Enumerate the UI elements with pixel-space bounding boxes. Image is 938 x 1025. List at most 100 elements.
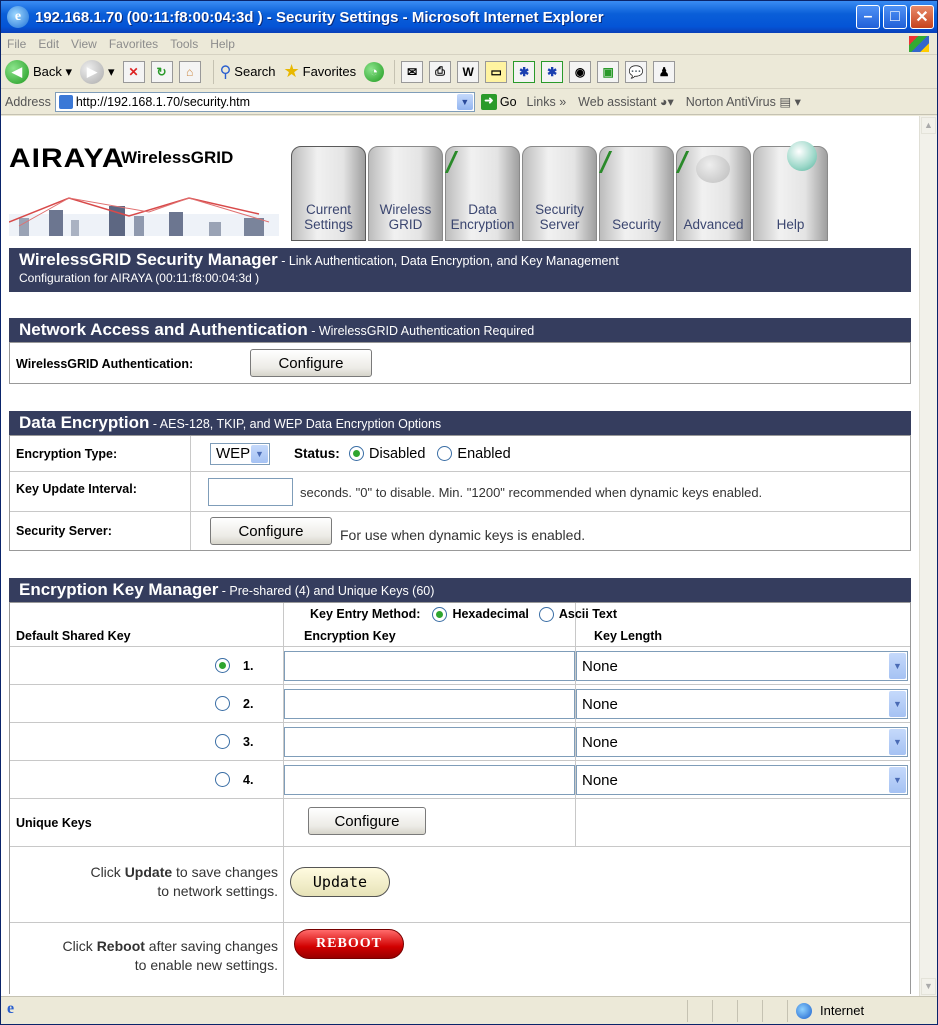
refresh-icon[interactable]: ↻ bbox=[150, 60, 173, 83]
addon-icon-2[interactable]: ✱ bbox=[541, 60, 564, 83]
key-update-hint: seconds. "0" to disable. Min. "1200" rec… bbox=[300, 485, 763, 500]
network-access-header: Network Access and Authentication - Wire… bbox=[9, 318, 911, 342]
key-row: 2. None ▼ bbox=[10, 685, 910, 723]
menu-edit[interactable]: Edit bbox=[38, 37, 59, 51]
menu-view[interactable]: View bbox=[71, 37, 97, 51]
ascii-radio[interactable] bbox=[538, 606, 554, 622]
menu-file[interactable]: File bbox=[7, 37, 26, 51]
default-key-radio-4[interactable] bbox=[215, 772, 230, 787]
auth-configure-button[interactable]: Configure bbox=[250, 349, 372, 377]
section-subtitle: - WirelessGRID Authentication Required bbox=[307, 324, 535, 338]
hex-radio[interactable] bbox=[432, 606, 448, 622]
home-icon[interactable]: ⌂ bbox=[178, 60, 201, 83]
encryption-type-row: Encryption Type: WEP ▼ Status: Disabled … bbox=[10, 436, 910, 472]
addon-icon-3[interactable]: ▣ bbox=[597, 60, 620, 83]
web-assistant-button[interactable]: Web assistant ◕▾ bbox=[578, 94, 674, 109]
chevron-down-icon: ▼ bbox=[251, 444, 268, 463]
reboot-button[interactable]: REBOOT bbox=[294, 929, 404, 959]
tab-security[interactable]: Security bbox=[598, 146, 674, 241]
default-key-radio-1[interactable] bbox=[215, 658, 230, 673]
tab-label: Wireless bbox=[379, 202, 432, 217]
data-encryption-header: Data Encryption - AES-128, TKIP, and WEP… bbox=[9, 411, 911, 435]
page-title: WirelessGRID Security Manager bbox=[19, 250, 278, 269]
key-table-header: Default Shared Key Encryption Key Key Le… bbox=[10, 625, 910, 647]
update-button[interactable]: Update bbox=[290, 867, 390, 897]
key-length-select-2[interactable]: None ▼ bbox=[576, 689, 908, 719]
encryption-key-input-2[interactable] bbox=[284, 689, 575, 719]
print-icon[interactable]: ⎙ bbox=[429, 60, 452, 83]
addon-icon-1[interactable]: ✱ bbox=[513, 60, 536, 83]
tab-label: Security bbox=[612, 217, 661, 232]
update-instruction: Click Update to save changes to network … bbox=[90, 863, 278, 901]
logo-product: WirelessGRID bbox=[121, 148, 234, 167]
unique-keys-configure-button[interactable]: Configure bbox=[308, 807, 426, 835]
tab-data-encryption[interactable]: Data Encryption bbox=[444, 146, 520, 241]
close-button[interactable]: ✕ bbox=[910, 5, 934, 29]
key-update-input[interactable] bbox=[208, 478, 293, 506]
default-key-radio-3[interactable] bbox=[215, 734, 230, 749]
tab-wireless-grid[interactable]: Wireless GRID bbox=[368, 146, 443, 241]
go-label: Go bbox=[499, 94, 517, 109]
tab-label: Data bbox=[468, 202, 497, 217]
page-header: AIRAYA WirelessGRID Current Settings Wir… bbox=[1, 116, 919, 248]
tab-advanced[interactable]: Advanced bbox=[675, 146, 751, 241]
back-button[interactable]: ◀ Back ▾ bbox=[5, 59, 72, 84]
encryption-key-input-1[interactable] bbox=[284, 651, 575, 681]
history-icon[interactable]: ◔ bbox=[364, 61, 385, 82]
links-button[interactable]: Links » bbox=[527, 95, 567, 109]
default-key-radio-2[interactable] bbox=[215, 696, 230, 711]
stop-icon[interactable]: ✕ bbox=[122, 60, 145, 83]
key-length-select-3[interactable]: None ▼ bbox=[576, 727, 908, 757]
favorites-button[interactable]: ★ Favorites bbox=[284, 61, 357, 82]
messenger-icon[interactable]: ◉ bbox=[569, 60, 592, 83]
section-subtitle: - AES-128, TKIP, and WEP Data Encryption… bbox=[149, 417, 442, 431]
edit-icon[interactable]: W bbox=[457, 60, 480, 83]
address-input[interactable]: http://192.168.1.70/security.htm ▼ bbox=[54, 91, 475, 112]
menu-favorites[interactable]: Favorites bbox=[109, 37, 158, 51]
discuss-icon[interactable]: ▭ bbox=[485, 60, 508, 83]
mail-icon[interactable]: ✉ bbox=[401, 60, 424, 83]
search-button[interactable]: ⚲ Search bbox=[220, 62, 276, 82]
status-label: Status: bbox=[294, 446, 340, 461]
key-length-select-4[interactable]: None ▼ bbox=[576, 765, 908, 795]
tab-help[interactable]: Help bbox=[753, 141, 828, 241]
menu-tools[interactable]: Tools bbox=[170, 37, 198, 51]
key-length-select-1[interactable]: None ▼ bbox=[576, 651, 908, 681]
maximize-button[interactable]: □ bbox=[883, 5, 907, 29]
section-subtitle: - Pre-shared (4) and Unique Keys (60) bbox=[218, 584, 435, 598]
enc-type-select[interactable]: WEP ▼ bbox=[210, 442, 270, 465]
key-row: 1. None ▼ bbox=[10, 647, 910, 685]
forward-button[interactable]: ▶ ▾ bbox=[80, 59, 115, 84]
windows-flag-icon bbox=[909, 35, 929, 52]
scroll-up-icon[interactable]: ▲ bbox=[921, 117, 936, 134]
minimize-button[interactable]: – bbox=[856, 5, 880, 29]
tab-security-server[interactable]: Security Server bbox=[522, 146, 597, 241]
scroll-down-icon[interactable]: ▼ bbox=[921, 978, 936, 995]
go-button[interactable]: ➜ Go bbox=[480, 93, 517, 110]
status-disabled-label: Disabled bbox=[369, 445, 426, 462]
vertical-scrollbar[interactable]: ▲ ▼ bbox=[919, 116, 937, 996]
reboot-row: Click Reboot after saving changes to ena… bbox=[10, 923, 910, 995]
chevron-down-icon[interactable]: ▼ bbox=[456, 93, 473, 110]
reboot-text: to enable new settings. bbox=[134, 957, 278, 973]
toolbar: ◀ Back ▾ ▶ ▾ ✕ ↻ ⌂ ⚲ Search ★ Favorites ◔… bbox=[1, 55, 937, 89]
data-encryption-box: Encryption Type: WEP ▼ Status: Disabled … bbox=[9, 435, 911, 551]
reboot-text: Click bbox=[62, 938, 97, 954]
auth-label: WirelessGRID Authentication: bbox=[16, 357, 194, 371]
status-enabled-radio[interactable] bbox=[437, 446, 453, 461]
people-icon[interactable]: ♟ bbox=[653, 60, 676, 83]
status-cell bbox=[712, 999, 737, 1022]
key-length-value: None bbox=[582, 657, 618, 675]
enc-type-label: Encryption Type: bbox=[16, 446, 118, 461]
status-disabled-radio[interactable] bbox=[349, 446, 364, 461]
menu-help[interactable]: Help bbox=[210, 37, 235, 51]
encryption-key-input-4[interactable] bbox=[284, 765, 575, 795]
tab-label: Help bbox=[776, 217, 805, 232]
chat-icon[interactable]: 💬 bbox=[625, 60, 648, 83]
norton-button[interactable]: Norton AntiVirus ▤ ▾ bbox=[686, 94, 801, 109]
encryption-key-input-3[interactable] bbox=[284, 727, 575, 757]
security-server-configure-button[interactable]: Configure bbox=[210, 517, 332, 545]
tab-current-settings[interactable]: Current Settings bbox=[291, 146, 366, 241]
update-row: Click Update to save changes to network … bbox=[10, 847, 910, 923]
section-title: Network Access and Authentication bbox=[19, 320, 308, 339]
